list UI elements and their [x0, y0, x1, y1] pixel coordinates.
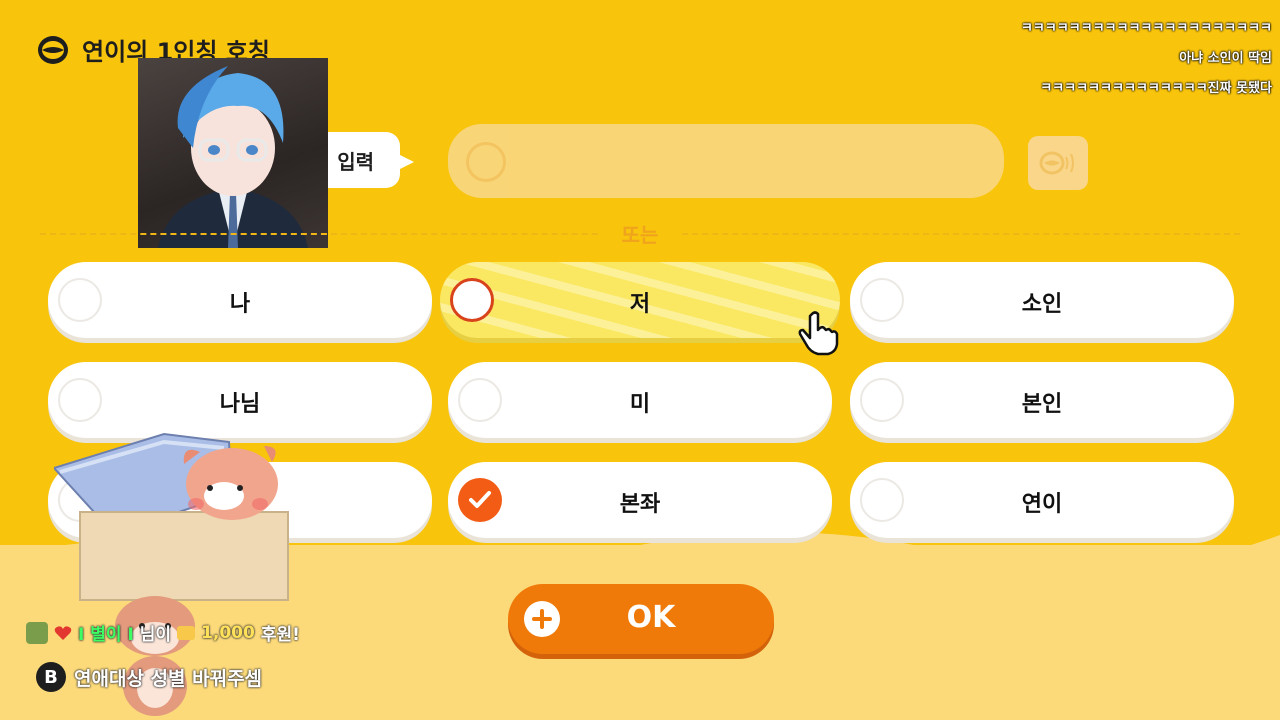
option-label: 미	[629, 392, 651, 417]
chat-message: 아냐 소인이 딱임	[1179, 51, 1272, 66]
hamster-mascot	[115, 596, 195, 716]
hint-bar: B 연애대상 성별 바꿔주셈	[36, 662, 262, 692]
heart-icon	[54, 625, 72, 640]
option-label: 본인	[1021, 392, 1063, 417]
or-label: 또는	[600, 219, 680, 248]
option-label: 본좌	[619, 492, 661, 517]
option-button[interactable]: 나	[48, 262, 432, 338]
option-button[interactable]: 저	[440, 262, 840, 338]
option-button[interactable]: 연이	[850, 462, 1234, 538]
donor-name: I 별이 I	[78, 625, 134, 645]
option-label: 연이	[1021, 492, 1063, 517]
option-label: 나님	[219, 392, 261, 417]
ok-button[interactable]: OK	[508, 584, 774, 654]
hand-pointer-icon	[798, 311, 839, 356]
voice-lips-icon	[1039, 151, 1074, 175]
voice-input-button[interactable]	[1028, 136, 1088, 190]
cheese-icon	[177, 625, 196, 640]
name-input[interactable]	[448, 124, 1004, 198]
chat-overlay: ㅋㅋㅋㅋㅋㅋㅋㅋㅋㅋㅋㅋㅋㅋㅋㅋㅋㅋㅋㅋㅋ 아냐 소인이 딱임 ㅋㅋㅋㅋㅋㅋㅋㅋ…	[1021, 14, 1272, 104]
option-label: 나	[229, 292, 251, 317]
pig-sticker	[54, 432, 289, 601]
option-button[interactable]: 본좌	[448, 462, 832, 538]
chat-message: ㅋㅋㅋㅋㅋㅋㅋㅋㅋㅋㅋㅋㅋㅋㅋㅋㅋㅋㅋㅋㅋ	[1020, 21, 1272, 36]
input-ring	[466, 142, 506, 182]
donation-alert: I 별이 I 님이 1,000 후원!	[26, 620, 300, 645]
option-button[interactable]: 본인	[850, 362, 1234, 438]
b-button-icon[interactable]: B	[36, 662, 66, 692]
streamer-avatar	[138, 58, 328, 248]
frog-badge-icon	[26, 621, 48, 644]
lips-icon	[38, 35, 68, 64]
donation-action: 후원!	[260, 625, 300, 645]
option-button[interactable]: 미	[448, 362, 832, 438]
avatar-illustration	[158, 66, 308, 248]
donor-suffix: 님이	[139, 625, 172, 645]
chat-message: ㅋㅋㅋㅋㅋㅋㅋㅋㅋㅋㅋㅋㅋㅋ진짜 못됐다	[1040, 81, 1272, 96]
hint-text: 연애대상 성별 바꿔주셈	[74, 667, 263, 690]
ok-label: OK	[626, 600, 676, 635]
option-label: 저	[629, 292, 651, 317]
option-label: 소인	[1021, 292, 1063, 317]
donation-amount: 1,000	[201, 622, 255, 643]
option-button[interactable]: 소인	[850, 262, 1234, 338]
